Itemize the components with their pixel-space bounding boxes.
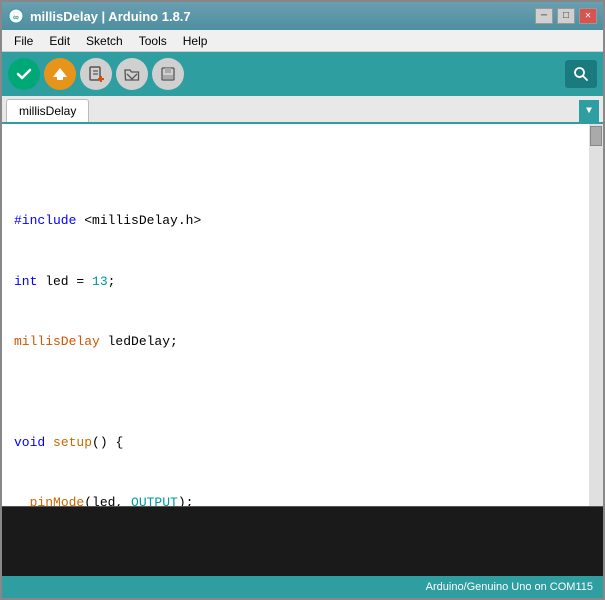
save-icon: [160, 66, 176, 82]
title-bar-controls: ─ □ ✕: [535, 8, 597, 24]
code-content: #include <millisDelay.h> int led = 13; m…: [14, 171, 577, 506]
window-title: millisDelay | Arduino 1.8.7: [30, 9, 191, 24]
toolbar: [2, 52, 603, 96]
menu-sketch[interactable]: Sketch: [78, 32, 131, 50]
tab-bar: millisDelay ▼: [2, 96, 603, 124]
scrollbar-thumb[interactable]: [590, 126, 602, 146]
arduino-window: ∞ millisDelay | Arduino 1.8.7 ─ □ ✕ File…: [0, 0, 605, 600]
menu-bar: File Edit Sketch Tools Help: [2, 30, 603, 52]
code-editor[interactable]: #include <millisDelay.h> int led = 13; m…: [2, 124, 589, 506]
code-line-3: millisDelay ledDelay;: [14, 332, 577, 352]
menu-help[interactable]: Help: [175, 32, 216, 50]
arduino-icon: ∞: [8, 8, 24, 24]
upload-button[interactable]: [44, 58, 76, 90]
status-text: Arduino/Genuino Uno on COM115: [426, 581, 593, 593]
menu-edit[interactable]: Edit: [41, 32, 78, 50]
svg-text:∞: ∞: [13, 13, 19, 23]
scrollbar[interactable]: [589, 124, 603, 506]
new-button[interactable]: [80, 58, 112, 90]
console-area: [2, 506, 603, 576]
save-button[interactable]: [152, 58, 184, 90]
minimize-button[interactable]: ─: [535, 8, 553, 24]
status-bar: Arduino/Genuino Uno on COM115: [2, 576, 603, 598]
close-button[interactable]: ✕: [579, 8, 597, 24]
menu-tools[interactable]: Tools: [131, 32, 175, 50]
tab-millisdelay[interactable]: millisDelay: [6, 99, 89, 122]
new-icon: [88, 66, 104, 82]
search-button[interactable]: [565, 60, 597, 88]
search-icon: [573, 66, 589, 82]
tab-dropdown-button[interactable]: ▼: [579, 100, 599, 122]
code-line-2: int led = 13;: [14, 272, 577, 292]
upload-icon: [51, 65, 69, 83]
code-line-5: void setup() {: [14, 433, 577, 453]
code-line-1: #include <millisDelay.h>: [14, 211, 577, 231]
menu-file[interactable]: File: [6, 32, 41, 50]
verify-icon: [15, 65, 33, 83]
title-bar: ∞ millisDelay | Arduino 1.8.7 ─ □ ✕: [2, 2, 603, 30]
editor-container: #include <millisDelay.h> int led = 13; m…: [2, 124, 603, 506]
open-button[interactable]: [116, 58, 148, 90]
verify-button[interactable]: [8, 58, 40, 90]
code-line-6: pinMode(led, OUTPUT);: [14, 493, 577, 506]
title-bar-left: ∞ millisDelay | Arduino 1.8.7: [8, 8, 191, 24]
toolbar-left: [8, 58, 184, 90]
maximize-button[interactable]: □: [557, 8, 575, 24]
open-icon: [124, 66, 140, 82]
